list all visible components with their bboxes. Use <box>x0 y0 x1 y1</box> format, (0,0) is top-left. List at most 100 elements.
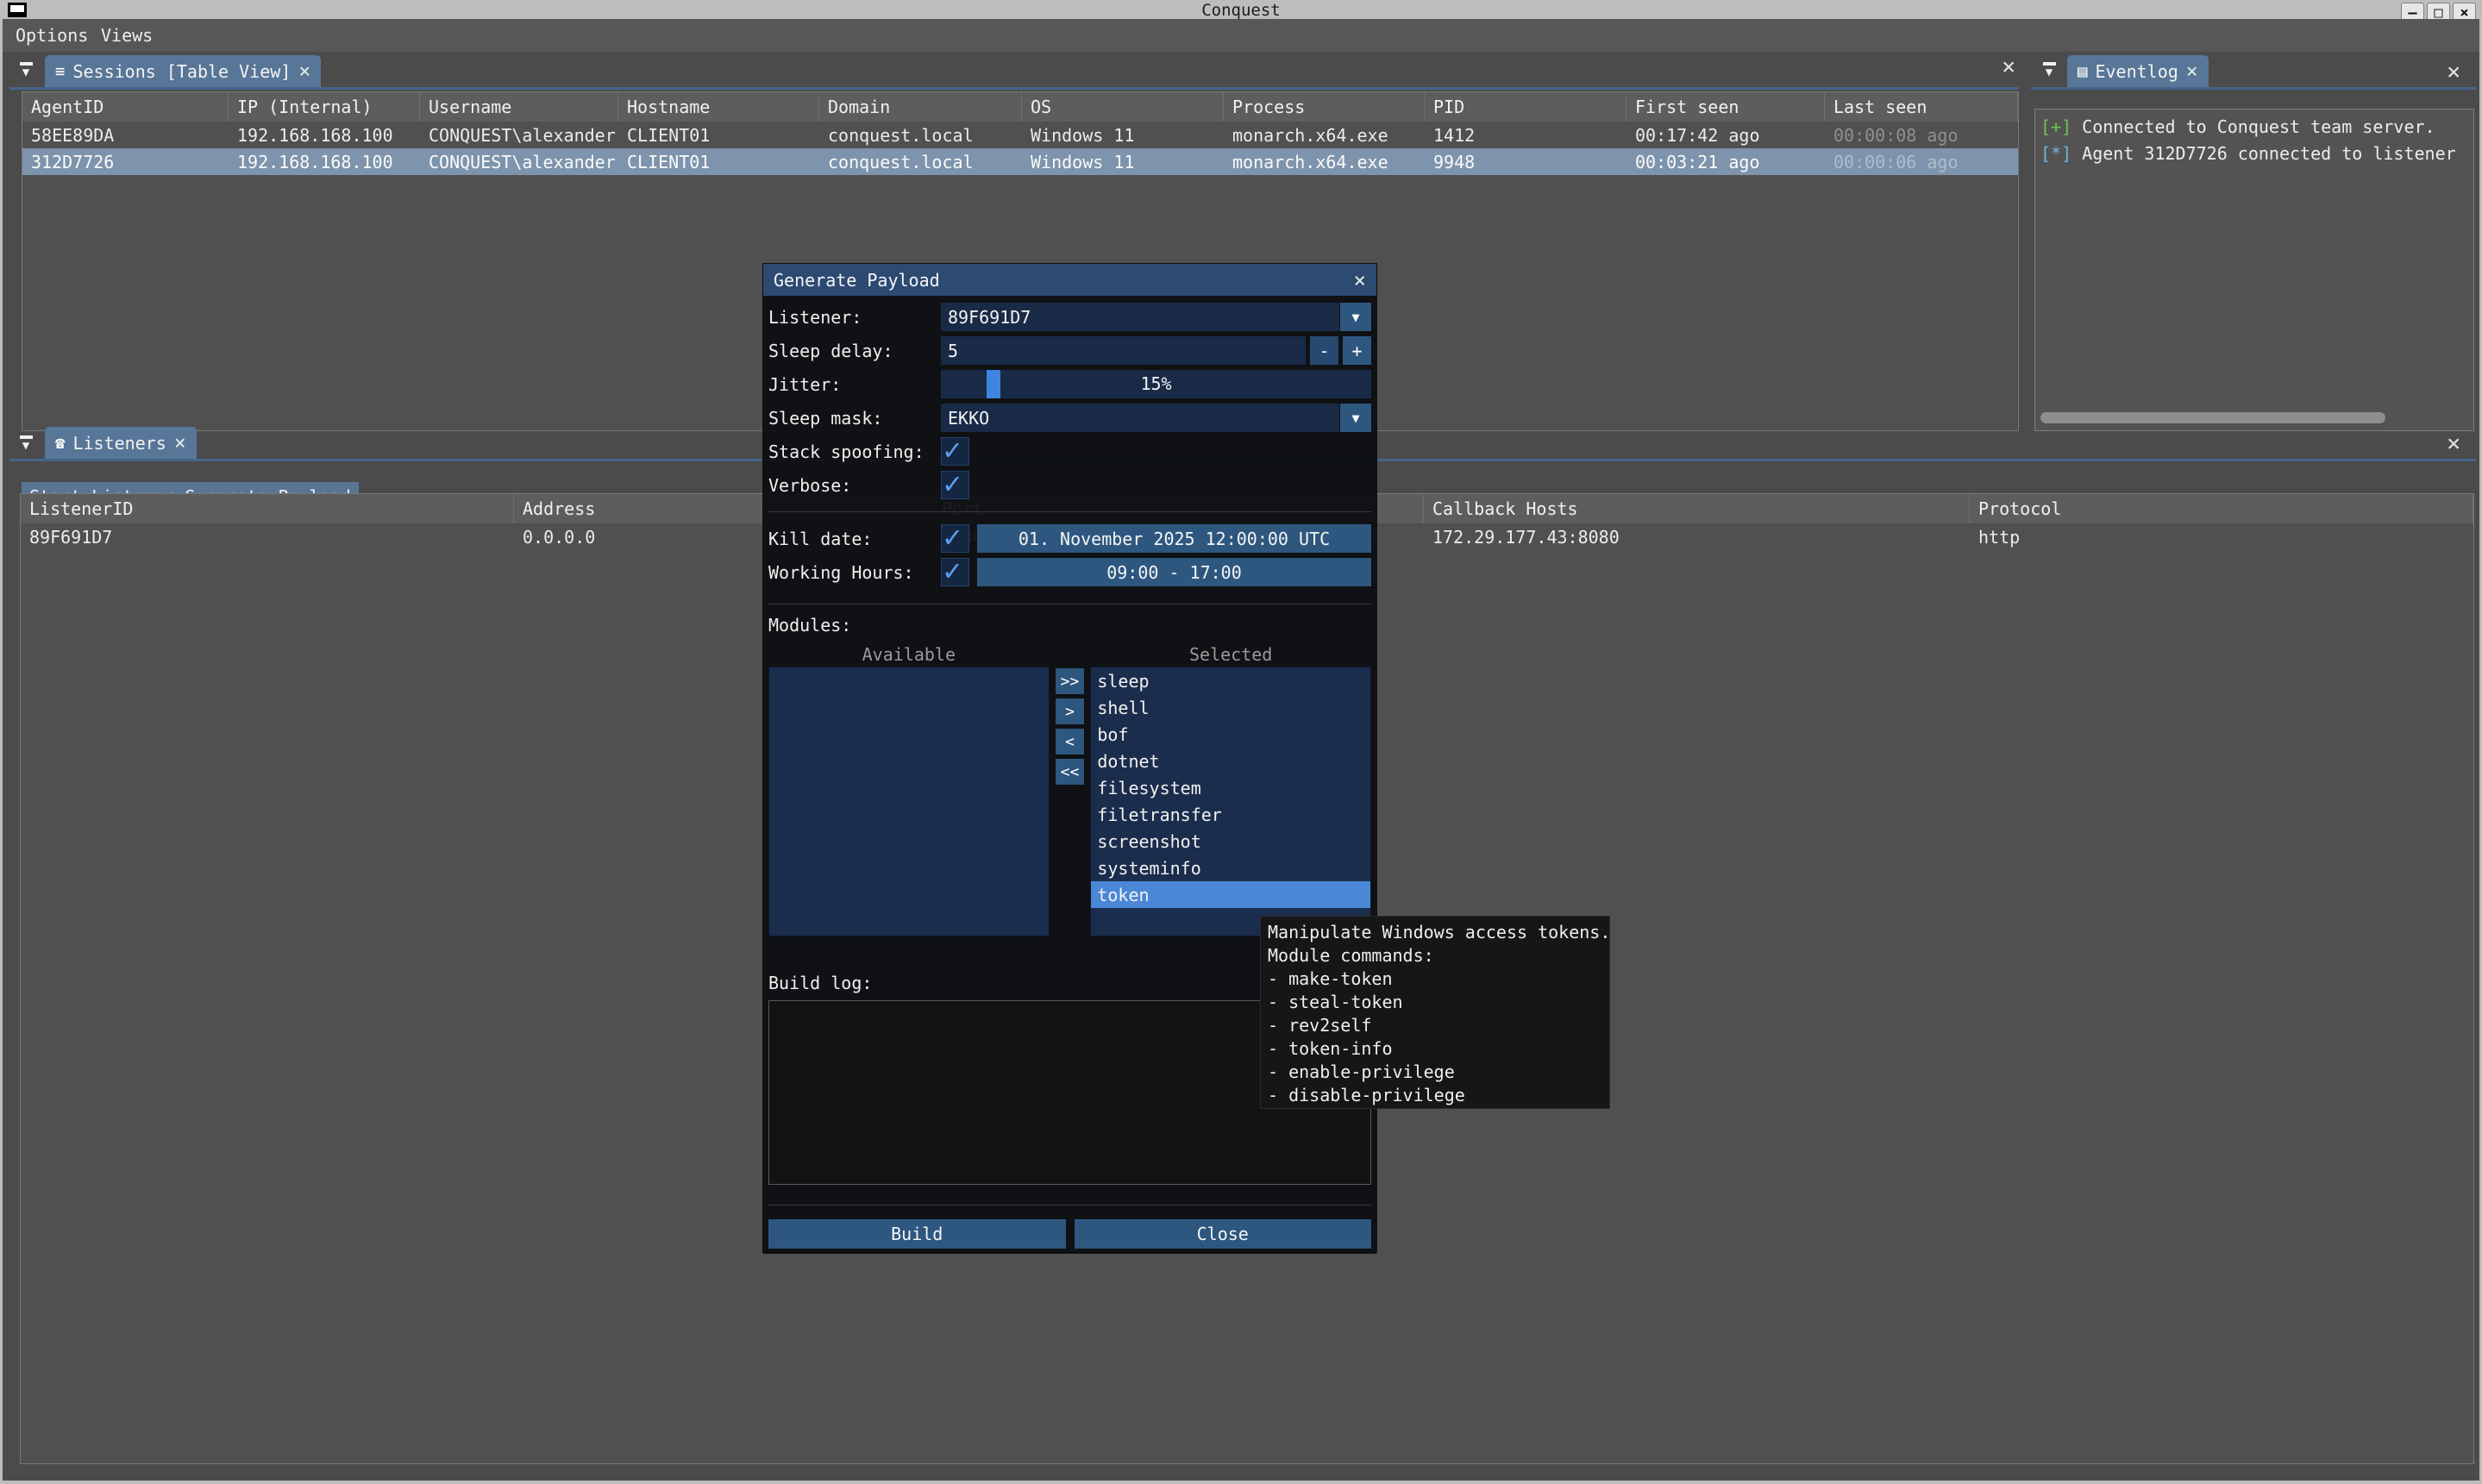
module-item-highlighted[interactable]: token <box>1091 881 1370 908</box>
menu-bar: Options Views <box>3 19 2479 52</box>
menu-views[interactable]: Views <box>101 25 153 46</box>
sessions-dock-close-icon[interactable]: × <box>2002 53 2015 80</box>
sleep-delay-input[interactable]: 5 <box>941 336 1306 365</box>
col-domain[interactable]: Domain <box>819 92 1022 122</box>
col-first-seen[interactable]: First seen <box>1626 92 1825 122</box>
col-agentid[interactable]: AgentID <box>22 92 229 122</box>
tab-listeners[interactable]: ☎ Listeners × <box>45 427 197 459</box>
col-pid[interactable]: PID <box>1425 92 1626 122</box>
working-hours-picker-button[interactable]: 09:00 - 17:00 <box>977 558 1371 586</box>
sessions-collapse-button[interactable]: ▼ <box>13 57 39 83</box>
col-listenerid[interactable]: ListenerID <box>21 494 514 523</box>
selected-header: Selected <box>1090 644 1371 665</box>
col-username[interactable]: Username <box>420 92 618 122</box>
cell-last-seen: 00:00:06 ago <box>1825 152 2018 172</box>
eventlog-collapse-button[interactable]: ▼ <box>2036 57 2062 83</box>
verbose-label: Verbose: <box>768 475 941 496</box>
session-row[interactable]: 58EE89DA 192.168.168.100 CONQUEST\alexan… <box>22 122 2018 148</box>
kill-date-checkbox[interactable]: ✓ <box>941 524 969 553</box>
dialog-titlebar[interactable]: Generate Payload × <box>763 264 1376 296</box>
session-row-selected[interactable]: 312D7726 192.168.168.100 CONQUEST\alexan… <box>22 148 2018 175</box>
collapse-icon: ▼ <box>2046 67 2053 78</box>
sessions-table-header[interactable]: AgentID IP (Internal) Username Hostname … <box>22 92 2018 122</box>
move-all-right-button[interactable]: >> <box>1056 668 1084 694</box>
eventlog-dock-close-icon[interactable]: × <box>2447 59 2460 85</box>
tab-sessions-close-icon[interactable]: × <box>298 63 310 80</box>
module-item[interactable]: filetransfer <box>1091 801 1370 828</box>
cell-os: Windows 11 <box>1022 125 1224 146</box>
col-os[interactable]: OS <box>1022 92 1224 122</box>
verbose-checkbox[interactable]: ✓ <box>941 471 969 499</box>
col-last-seen[interactable]: Last seen <box>1825 92 2018 122</box>
listener-dropdown-icon[interactable]: ▼ <box>1340 303 1371 331</box>
listeners-dock-close-icon[interactable]: × <box>2447 430 2460 457</box>
collapse-icon: ▼ <box>22 441 29 451</box>
col-ip-internal[interactable]: IP (Internal) <box>229 92 420 122</box>
selected-modules-list[interactable]: sleep shell bof dotnet filesystem filetr… <box>1090 667 1371 936</box>
cell-domain: conquest.local <box>819 125 1022 146</box>
kill-date-picker-button[interactable]: 01. November 2025 12:00:00 UTC <box>977 524 1371 553</box>
tab-sessions[interactable]: ≡ Sessions [Table View] × <box>45 55 321 87</box>
jitter-label: Jitter: <box>768 374 941 395</box>
cell-hostname: CLIENT01 <box>618 152 819 172</box>
cell-username: CONQUEST\alexander <box>420 152 618 172</box>
eventlog-horizontal-scrollbar[interactable] <box>2040 412 2385 423</box>
move-one-left-button[interactable]: < <box>1056 729 1084 755</box>
tooltip-line: - rev2self <box>1268 1015 1602 1038</box>
tooltip-line: - make-token <box>1268 968 1602 992</box>
divider <box>768 511 1371 512</box>
move-all-left-button[interactable]: << <box>1056 759 1084 785</box>
eventlog-clipboard-icon: ▤ <box>2078 62 2087 81</box>
cell-ip: 192.168.168.100 <box>229 125 420 146</box>
collapse-icon: ▼ <box>22 67 29 78</box>
tab-listeners-close-icon[interactable]: × <box>174 435 186 452</box>
build-button[interactable]: Build <box>768 1219 1066 1249</box>
window-titlebar[interactable]: Conquest – □ × <box>0 0 2482 19</box>
tab-listeners-label: Listeners <box>72 433 166 454</box>
sleep-mask-dropdown-icon[interactable]: ▼ <box>1340 404 1371 432</box>
col-protocol[interactable]: Protocol <box>1970 494 2473 523</box>
module-item[interactable]: shell <box>1091 694 1370 721</box>
sleep-delay-plus-button[interactable]: + <box>1343 336 1371 365</box>
eventlog-output[interactable]: [+] Connected to Conquest team server. [… <box>2034 109 2474 431</box>
sleep-mask-select[interactable]: EKKO <box>941 404 1339 432</box>
move-one-right-button[interactable]: > <box>1056 698 1084 724</box>
dialog-close-icon[interactable]: × <box>1354 268 1366 292</box>
module-item[interactable]: screenshot <box>1091 828 1370 855</box>
module-item[interactable]: bof <box>1091 721 1370 748</box>
working-hours-checkbox[interactable]: ✓ <box>941 558 969 586</box>
close-button[interactable]: Close <box>1075 1219 1372 1249</box>
module-item[interactable]: systeminfo <box>1091 855 1370 881</box>
listeners-collapse-button[interactable]: ▼ <box>13 430 39 456</box>
col-hostname[interactable]: Hostname <box>618 92 819 122</box>
module-item[interactable]: dotnet <box>1091 748 1370 774</box>
module-item[interactable]: sleep <box>1091 667 1370 694</box>
sleep-delay-minus-button[interactable]: - <box>1310 336 1338 365</box>
tab-eventlog-label: Eventlog <box>2095 61 2178 82</box>
tab-eventlog[interactable]: ▤ Eventlog × <box>2067 55 2209 87</box>
tooltip-line: Module commands: <box>1268 945 1602 968</box>
tab-sessions-label: Sessions [Table View] <box>72 61 291 82</box>
menu-options[interactable]: Options <box>16 25 88 46</box>
sleep-mask-label: Sleep mask: <box>768 408 941 429</box>
check-icon: ✓ <box>943 466 961 501</box>
event-success-prefix: [+] <box>2040 116 2071 137</box>
tooltip-line: - disable-privilege <box>1268 1085 1602 1108</box>
dialog-body: Listener: 89F691D7 ▼ Sleep delay: 5 - + … <box>763 296 1376 1254</box>
col-process[interactable]: Process <box>1224 92 1425 122</box>
stack-spoofing-checkbox[interactable]: ✓ <box>941 437 969 466</box>
col-callback-hosts[interactable]: Callback Hosts <box>1424 494 1970 523</box>
jitter-value: 15% <box>941 373 1371 394</box>
available-modules-list[interactable] <box>768 667 1050 936</box>
sessions-list-icon: ≡ <box>55 62 65 81</box>
dialog-title: Generate Payload <box>774 270 940 291</box>
available-header: Available <box>768 644 1050 665</box>
eventlog-entry: [+] Connected to Conquest team server. <box>2040 116 2468 143</box>
jitter-slider[interactable]: 15% <box>941 370 1371 398</box>
listener-label: Listener: <box>768 307 941 328</box>
cell-process: monarch.x64.exe <box>1224 125 1425 146</box>
tooltip-line: - enable-privilege <box>1268 1061 1602 1085</box>
tab-eventlog-close-icon[interactable]: × <box>2186 63 2198 80</box>
module-item[interactable]: filesystem <box>1091 774 1370 801</box>
listener-select[interactable]: 89F691D7 <box>941 303 1339 331</box>
